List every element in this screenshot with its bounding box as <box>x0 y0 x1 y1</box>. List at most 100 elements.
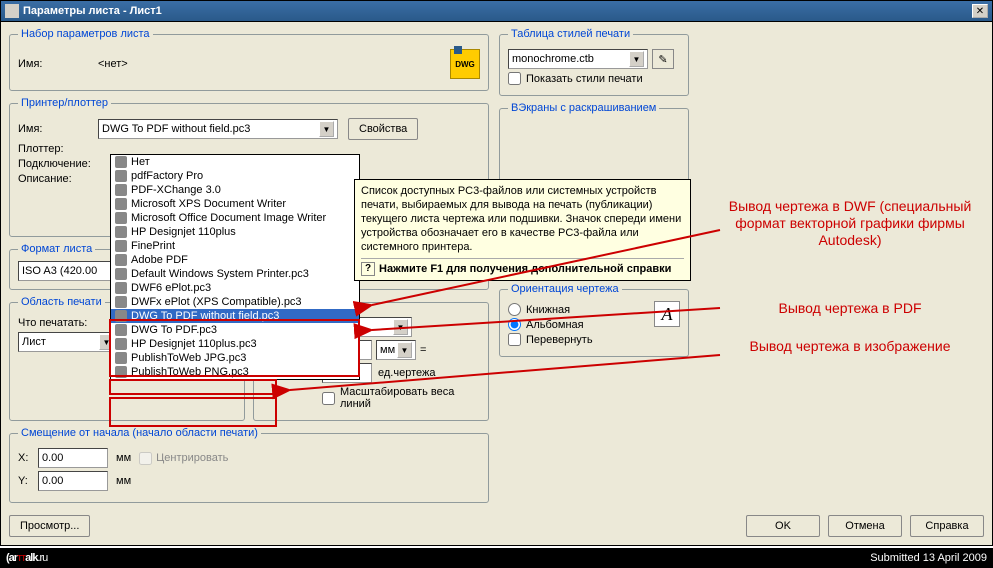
plotstyle-legend: Таблица стилей печати <box>508 28 633 40</box>
help-button[interactable]: Справка <box>910 515 984 537</box>
preview-button[interactable]: Просмотр... <box>9 515 90 537</box>
printer-option[interactable]: pdfFactory Pro <box>111 169 359 183</box>
whatplot-label: Что печатать: <box>18 317 87 329</box>
printer-icon <box>115 324 127 336</box>
chevron-down-icon: ▼ <box>319 121 334 137</box>
flip-label: Перевернуть <box>526 334 593 346</box>
printer-option[interactable]: Нет <box>111 155 359 169</box>
site-logo: (arттalk.ru <box>6 552 47 564</box>
printer-option[interactable]: DWG To PDF without field.pc3 <box>111 309 359 323</box>
printer-icon <box>115 170 127 182</box>
x-mm: мм <box>116 452 131 464</box>
bottom-button-bar: Просмотр... OK Отмена Справка <box>9 515 984 537</box>
chevron-down-icon: ▼ <box>393 319 408 335</box>
printer-option-label: DWF6 ePlot.pc3 <box>131 282 211 294</box>
printer-option-label: Microsoft Office Document Image Writer <box>131 212 326 224</box>
papersize-legend: Формат листа <box>18 243 95 255</box>
window-icon <box>5 4 19 18</box>
printer-icon <box>115 212 127 224</box>
printer-icon <box>115 240 127 252</box>
plotarea-select[interactable]: Лист ▼ <box>18 332 118 352</box>
showstyles-checkbox[interactable] <box>508 72 521 85</box>
landscape-label: Альбомная <box>526 319 584 331</box>
printer-option[interactable]: Microsoft Office Document Image Writer <box>111 211 359 225</box>
printer-option[interactable]: HP Designjet 110plus.pc3 <box>111 337 359 351</box>
printer-name-label: Имя: <box>18 123 98 135</box>
printer-option[interactable]: PublishToWeb JPG.pc3 <box>111 351 359 365</box>
printer-option[interactable]: DWFx ePlot (XPS Compatible).pc3 <box>111 295 359 309</box>
y-input[interactable] <box>38 471 108 491</box>
printer-option-label: FinePrint <box>131 240 175 252</box>
printer-icon <box>115 198 127 210</box>
printer-option[interactable]: DWF6 ePlot.pc3 <box>111 281 359 295</box>
printer-option-label: PublishToWeb JPG.pc3 <box>131 352 246 364</box>
plotarea-legend: Область печати <box>18 296 105 308</box>
printer-name-select[interactable]: DWG To PDF without field.pc3 ▼ <box>98 119 338 139</box>
cancel-button[interactable]: Отмена <box>828 515 902 537</box>
edit-style-button[interactable]: ✎ <box>652 49 674 69</box>
printer-option-label: DWG To PDF without field.pc3 <box>131 310 279 322</box>
printer-icon <box>115 254 127 266</box>
scaleweights-checkbox[interactable] <box>322 392 335 405</box>
printer-option[interactable]: Default Windows System Printer.pc3 <box>111 267 359 281</box>
orient-preview-icon: A <box>654 301 680 327</box>
window-title: Параметры листа - Лист1 <box>23 5 972 17</box>
footer-submitted: Submitted 13 April 2009 <box>870 552 987 564</box>
tooltip-f1: Нажмите F1 для получения дополнительной … <box>379 262 671 276</box>
orient-legend: Ориентация чертежа <box>508 283 622 295</box>
printer-option[interactable]: Microsoft XPS Document Writer <box>111 197 359 211</box>
chevron-down-icon: ▼ <box>397 342 412 358</box>
viewports-legend: ВЭкраны с раскрашиванием <box>508 102 659 114</box>
portrait-label: Книжная <box>526 304 570 316</box>
printer-icon <box>115 282 127 294</box>
center-label: Центрировать <box>156 452 228 464</box>
printer-option-label: HP Designjet 110plus <box>131 226 236 238</box>
printer-option[interactable]: DWG To PDF.pc3 <box>111 323 359 337</box>
landscape-radio[interactable] <box>508 318 521 331</box>
plotstyle-group: Таблица стилей печати monochrome.ctb ▼ ✎… <box>499 28 689 96</box>
plotter-label: Плоттер: <box>18 143 98 155</box>
plotarea-value: Лист <box>22 336 46 348</box>
printer-option[interactable]: PublishToWeb PNG.pc3 <box>111 365 359 379</box>
close-button[interactable]: ✕ <box>972 4 988 18</box>
plotstyle-select[interactable]: monochrome.ctb ▼ <box>508 49 648 69</box>
printer-option[interactable]: PDF-XChange 3.0 <box>111 183 359 197</box>
ok-button[interactable]: OK <box>746 515 820 537</box>
printer-option[interactable]: HP Designjet 110plus <box>111 225 359 239</box>
sheetset-name-value: <нет> <box>98 58 128 70</box>
printer-icon <box>115 156 127 168</box>
viewports-group: ВЭкраны с раскрашиванием <box>499 102 689 182</box>
flip-checkbox[interactable] <box>508 333 521 346</box>
printer-name-value: DWG To PDF without field.pc3 <box>102 123 250 135</box>
printer-icon <box>115 268 127 280</box>
tooltip-body: Список доступных PC3-файлов или системны… <box>361 184 684 254</box>
printer-option-label: Default Windows System Printer.pc3 <box>131 268 309 280</box>
printer-icon <box>115 226 127 238</box>
scale-unit-select[interactable]: мм ▼ <box>376 340 416 360</box>
name-label: Имя: <box>18 58 98 70</box>
printer-option-label: PublishToWeb PNG.pc3 <box>131 366 249 378</box>
x-label: X: <box>18 452 38 464</box>
printer-option-label: Microsoft XPS Document Writer <box>131 198 286 210</box>
printer-option[interactable]: Adobe PDF <box>111 253 359 267</box>
printer-option-label: DWG To PDF.pc3 <box>131 324 217 336</box>
connect-label: Подключение: <box>18 158 98 170</box>
chevron-down-icon: ▼ <box>629 51 644 67</box>
printer-option[interactable]: FinePrint <box>111 239 359 253</box>
printer-dropdown-list[interactable]: НетpdfFactory ProPDF-XChange 3.0Microsof… <box>110 154 360 380</box>
title-bar: Параметры листа - Лист1 ✕ <box>0 0 993 22</box>
printer-icon <box>115 366 127 378</box>
scale-unit-value: мм <box>380 344 395 356</box>
x-input[interactable] <box>38 448 108 468</box>
printer-icon <box>115 184 127 196</box>
portrait-radio[interactable] <box>508 303 521 316</box>
plotstyle-value: monochrome.ctb <box>512 53 594 65</box>
y-mm: мм <box>116 475 131 487</box>
printer-option-label: Adobe PDF <box>131 254 188 266</box>
printer-option-label: DWFx ePlot (XPS Compatible).pc3 <box>131 296 302 308</box>
showstyles-label: Показать стили печати <box>526 73 643 85</box>
properties-button[interactable]: Свойства <box>348 118 418 140</box>
page-footer: (arттalk.ru Submitted 13 April 2009 <box>0 548 993 568</box>
sheetset-legend: Набор параметров листа <box>18 28 153 40</box>
offset-legend: Смещение от начала (начало области печат… <box>18 427 261 439</box>
